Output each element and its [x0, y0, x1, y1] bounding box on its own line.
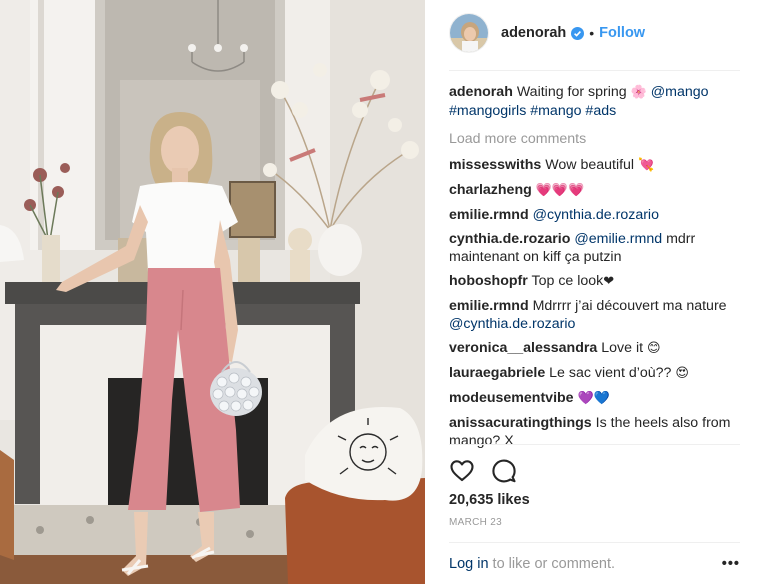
post-side-panel: adenorah • Follow adenorah Waiting for s… — [425, 0, 764, 584]
login-link[interactable]: Log in — [449, 556, 489, 572]
comment-emoji: 💜💙 — [577, 391, 610, 406]
photo-illustration — [0, 0, 425, 584]
post-date: MARCH 23 — [449, 517, 502, 528]
load-more-comments-button[interactable]: Load more comments — [449, 130, 740, 148]
login-prompt: Log in to like or comment. — [449, 556, 615, 572]
post-photo[interactable] — [0, 0, 425, 584]
comments-list: adenorah Waiting for spring 🌸 @mango #ma… — [449, 83, 740, 456]
comment-item: missesswiths Wow beautiful 💘 — [449, 156, 740, 175]
avatar[interactable] — [449, 13, 489, 53]
caption-emoji: 🌸 — [630, 85, 647, 100]
comment-username[interactable]: emilie.rmnd — [449, 207, 529, 223]
comment-username[interactable]: hoboshopfr — [449, 273, 528, 289]
comment-item: cynthia.de.rozario @emilie.rmnd mdrr mai… — [449, 230, 740, 266]
comment-text: Mdrrrr j’ai découvert ma nature — [532, 298, 727, 314]
comment-item: veronica__alessandra Love it 😊 — [449, 339, 740, 358]
comment-username[interactable]: lauraegabriele — [449, 365, 545, 381]
comment-mention[interactable]: @cynthia.de.rozario — [533, 207, 659, 223]
post-actions — [449, 458, 517, 484]
comment-username[interactable]: emilie.rmnd — [449, 298, 529, 314]
header-separator: • — [589, 25, 595, 41]
comment-emoji: 💗💗💗 — [535, 183, 585, 198]
comment-username[interactable]: charlazheng — [449, 182, 532, 198]
caption-username[interactable]: adenorah — [449, 84, 513, 100]
comment-bubble-icon[interactable] — [491, 458, 517, 484]
verified-badge-icon — [571, 26, 585, 40]
post-header: adenorah • Follow — [449, 13, 740, 53]
comment-username[interactable]: anissacuratingthings — [449, 415, 592, 431]
caption-mention[interactable]: @mango — [651, 84, 709, 100]
comment-emoji: 💘 — [638, 158, 655, 173]
caption-text: Waiting for spring — [516, 84, 627, 100]
post-caption: adenorah Waiting for spring 🌸 @mango #ma… — [449, 83, 740, 120]
comment-username[interactable]: modeusementvibe — [449, 390, 574, 406]
caption-hashtags[interactable]: #mangogirls #mango #ads — [449, 103, 616, 119]
more-options-button[interactable]: ••• — [722, 556, 740, 572]
comment-item: hoboshopfr Top ce look❤ — [449, 272, 740, 291]
comment-username[interactable]: cynthia.de.rozario — [449, 231, 570, 247]
comment-text: Wow beautiful — [545, 157, 635, 173]
comment-username[interactable]: veronica__alessandra — [449, 340, 597, 356]
comment-item: emilie.rmnd Mdrrrr j’ai découvert ma nat… — [449, 297, 740, 333]
comment-mention[interactable]: @cynthia.de.rozario — [449, 316, 575, 332]
comment-mention[interactable]: @emilie.rmnd — [574, 231, 662, 247]
comment-text: Le sac vient d’où?? — [549, 365, 672, 381]
comment-emoji: ❤ — [603, 274, 615, 289]
comment-emoji: 😍 — [675, 366, 689, 381]
follow-button[interactable]: Follow — [599, 25, 645, 41]
comment-text: Love it — [601, 340, 644, 356]
comment-item: modeusementvibe 💜💙 — [449, 389, 740, 408]
footer-divider — [449, 542, 740, 543]
comment-item: charlazheng 💗💗💗 — [449, 181, 740, 200]
post-footer: Log in to like or comment. ••• — [449, 556, 740, 572]
comment-item: emilie.rmnd @cynthia.de.rozario — [449, 206, 740, 224]
avatar-image — [450, 14, 488, 52]
comment-text: Top ce look — [531, 273, 604, 289]
comments-divider — [449, 444, 740, 445]
comment-username[interactable]: missesswiths — [449, 157, 541, 173]
comment-item: lauraegabriele Le sac vient d’où?? 😍 — [449, 364, 740, 383]
login-prompt-text: to like or comment. — [492, 556, 616, 572]
header-divider — [449, 70, 740, 71]
post-username[interactable]: adenorah — [501, 25, 566, 41]
heart-icon[interactable] — [449, 458, 475, 484]
comment-emoji: 😊 — [647, 341, 661, 356]
likes-count[interactable]: 20,635 likes — [449, 492, 530, 508]
